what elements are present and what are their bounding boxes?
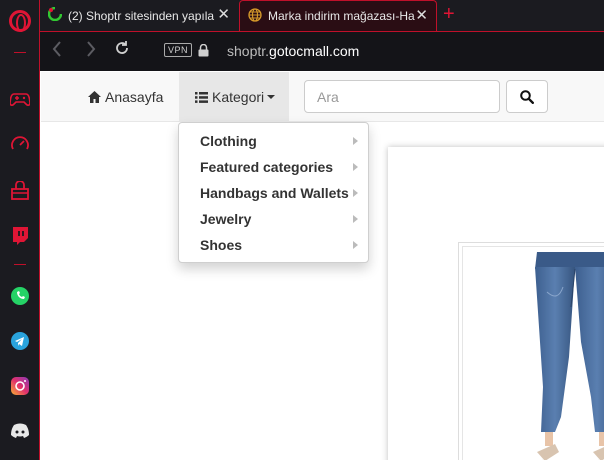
home-icon — [88, 91, 101, 103]
reload-icon[interactable] — [114, 40, 130, 60]
category-dropdown-toggle[interactable]: Kategori — [179, 72, 289, 122]
vpn-badge[interactable]: VPN — [164, 43, 193, 57]
whatsapp-icon[interactable] — [9, 285, 31, 307]
new-tab-button[interactable]: + — [443, 4, 455, 24]
menu-item-label: Jewelry — [200, 211, 252, 227]
browser-tab[interactable]: (2) Shoptr sitesinden yapıla ✕ — [40, 0, 238, 31]
globe-favicon-icon — [248, 7, 262, 25]
forward-icon[interactable] — [86, 41, 96, 61]
loading-favicon-icon — [47, 6, 63, 24]
site-navbar: Anasayfa Kategori — [41, 72, 604, 122]
browser-tab-active[interactable]: Marka indirim mağazası-Ha ✕ — [239, 0, 437, 31]
home-link[interactable]: Anasayfa — [72, 72, 179, 122]
submenu-arrow-icon — [353, 137, 358, 145]
tab-strip: (2) Shoptr sitesinden yapıla ✕ Marka ind… — [40, 0, 604, 31]
telegram-icon[interactable] — [9, 330, 31, 352]
sidebar-divider — [14, 264, 26, 265]
product-image — [462, 246, 604, 460]
tab-title: Marka indirim mağazası-Ha — [268, 9, 415, 23]
product-thumbnail[interactable] — [458, 242, 604, 460]
list-icon — [195, 91, 208, 103]
home-label: Anasayfa — [105, 89, 164, 105]
gamepad-icon[interactable] — [9, 89, 31, 111]
menu-item-label: Shoes — [200, 237, 243, 253]
submenu-arrow-icon — [353, 163, 358, 171]
close-tab-icon[interactable]: ✕ — [217, 7, 230, 23]
search-icon — [520, 89, 534, 104]
search-input[interactable] — [304, 80, 500, 113]
url-subdomain: shoptr. — [227, 43, 270, 59]
submenu-arrow-icon — [353, 215, 358, 223]
menu-item-label: Clothing — [200, 133, 257, 149]
speedometer-icon[interactable] — [9, 133, 31, 155]
search-button[interactable] — [506, 80, 548, 113]
menu-item-clothing[interactable]: Clothing — [179, 128, 368, 154]
menu-item-label: Featured categories — [200, 159, 334, 175]
instagram-icon[interactable] — [9, 375, 31, 397]
menu-item-shoes[interactable]: Shoes — [179, 232, 368, 258]
product-card[interactable] — [388, 147, 604, 460]
category-label: Kategori — [212, 89, 265, 105]
address-bar: VPN shoptr.gotocmall.com — [40, 31, 604, 71]
sidebar-divider — [14, 52, 26, 53]
opera-logo-icon[interactable] — [9, 10, 31, 32]
browser-sidebar — [0, 0, 40, 460]
submenu-arrow-icon — [353, 189, 358, 197]
menu-item-jewelry[interactable]: Jewelry — [179, 206, 368, 232]
category-dropdown-menu: Clothing Featured categories Handbags an… — [178, 122, 369, 263]
bag-icon[interactable] — [9, 180, 31, 202]
discord-icon[interactable] — [9, 420, 31, 442]
menu-item-handbags-wallets[interactable]: Handbags and Wallets — [179, 180, 368, 206]
url-domain: gotocmall.com — [269, 43, 360, 59]
tab-title: (2) Shoptr sitesinden yapıla — [68, 8, 215, 23]
close-tab-icon[interactable]: ✕ — [415, 8, 428, 24]
caret-down-icon — [267, 95, 276, 99]
lock-icon[interactable] — [198, 43, 209, 62]
back-icon[interactable] — [52, 41, 62, 61]
menu-item-label: Handbags and Wallets — [200, 185, 349, 201]
url-text[interactable]: shoptr.gotocmall.com — [227, 43, 359, 59]
jeans-image — [535, 252, 604, 460]
submenu-arrow-icon — [353, 241, 358, 249]
menu-item-featured-categories[interactable]: Featured categories — [179, 154, 368, 180]
twitch-icon[interactable] — [9, 225, 31, 247]
